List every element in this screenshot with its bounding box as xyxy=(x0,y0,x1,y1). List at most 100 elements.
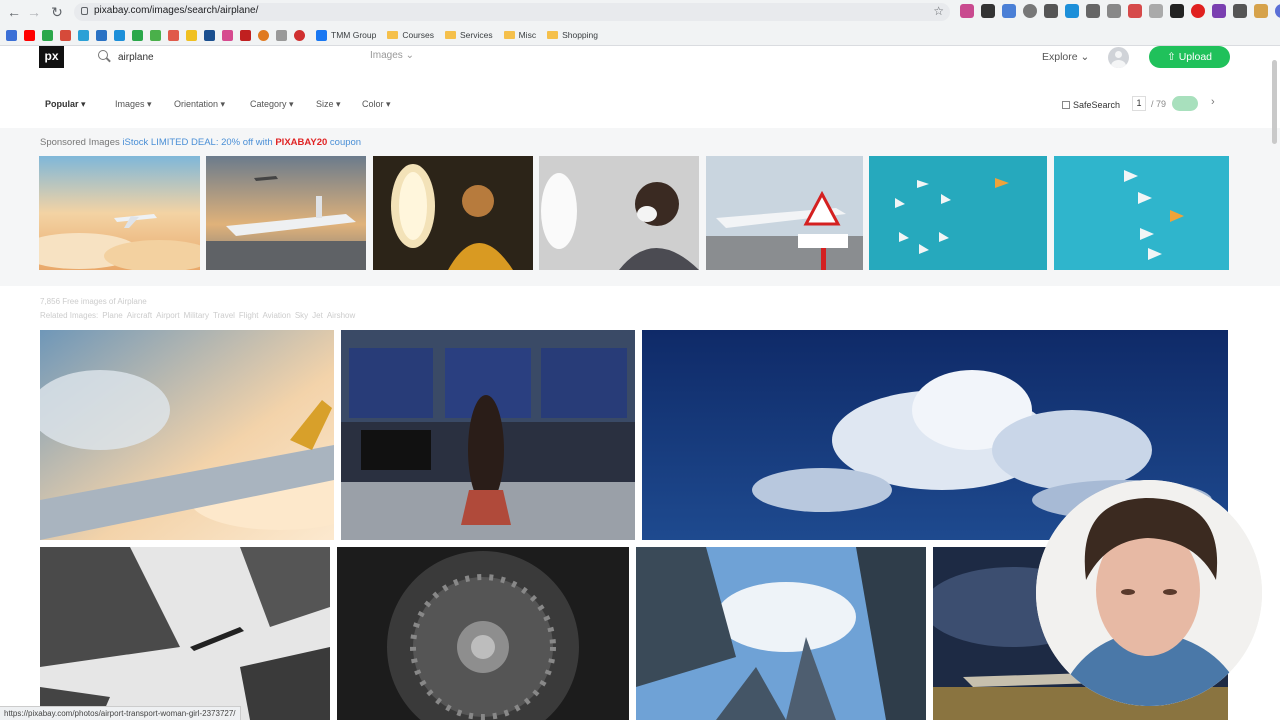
result-image-jet-engine[interactable] xyxy=(337,547,629,720)
bookmark-icon[interactable] xyxy=(96,29,107,41)
sponsor-suffix: coupon xyxy=(327,137,362,148)
youtube-icon[interactable] xyxy=(24,29,35,41)
extension-icon[interactable] xyxy=(1149,4,1163,18)
extension-icon[interactable] xyxy=(1065,4,1079,18)
sponsored-thumb-woman-window[interactable] xyxy=(373,156,533,270)
extension-icon[interactable] xyxy=(1107,4,1121,18)
extension-icon[interactable] xyxy=(1002,4,1016,18)
result-image-skyscrapers-plane[interactable] xyxy=(40,547,330,720)
related-tag[interactable]: Aircraft xyxy=(127,311,152,320)
search-input[interactable] xyxy=(118,49,358,65)
filter-label: Color xyxy=(362,99,384,109)
upload-icon: ⇧ xyxy=(1166,51,1176,63)
reload-icon[interactable]: ↻ xyxy=(49,4,65,20)
related-tag[interactable]: Flight xyxy=(239,311,259,320)
address-bar[interactable]: pixabay.com/images/search/airplane/ ☆ xyxy=(74,3,950,21)
bookmark-icon[interactable] xyxy=(132,29,143,41)
bookmark-icon[interactable] xyxy=(114,29,125,41)
page-total: / 79 xyxy=(1151,99,1167,109)
bookmark-tmm-group[interactable]: TMM Group xyxy=(316,29,376,41)
related-tag[interactable]: Plane xyxy=(102,311,122,320)
sponsored-thumb-paper-planes-circle[interactable] xyxy=(869,156,1047,270)
sort-dropdown[interactable]: Popular ▾ xyxy=(45,99,86,110)
bookmark-icon[interactable] xyxy=(222,29,233,41)
filter-label: Category xyxy=(250,99,287,109)
sponsor-brand-link[interactable]: iStock xyxy=(122,137,148,148)
pinterest-icon[interactable] xyxy=(294,29,305,41)
filter-label: Orientation xyxy=(174,99,219,109)
sponsored-images-strip: Sponsored Images iStock LIMITED DEAL: 20… xyxy=(0,128,1280,286)
pixabay-logo[interactable]: px xyxy=(39,46,64,68)
filter-label: Size xyxy=(316,99,334,109)
next-page-icon[interactable]: › xyxy=(1211,96,1215,108)
related-tag[interactable]: Travel xyxy=(213,311,235,320)
extension-icon[interactable] xyxy=(1254,4,1268,18)
upload-button[interactable]: ⇧ Upload xyxy=(1149,46,1230,68)
bookmark-icon[interactable] xyxy=(240,29,251,41)
extension-icon[interactable] xyxy=(1170,4,1184,18)
extension-icon[interactable] xyxy=(1044,4,1058,18)
search-type-select[interactable]: Images ⌄ xyxy=(370,50,414,61)
bookmark-icon[interactable] xyxy=(276,29,287,41)
filter-orientation[interactable]: Orientation ▾ xyxy=(174,99,225,110)
forward-icon[interactable]: → xyxy=(26,4,42,20)
related-tag[interactable]: Airport xyxy=(156,311,180,320)
filter-color[interactable]: Color ▾ xyxy=(362,99,391,110)
filter-images[interactable]: Images ▾ xyxy=(115,99,152,110)
page-number-input[interactable]: 1 xyxy=(1132,96,1146,111)
extension-icon[interactable] xyxy=(1212,4,1226,18)
bookmark-icon[interactable] xyxy=(78,29,89,41)
filter-label: Images xyxy=(115,99,145,109)
bookmark-folder-services[interactable]: Services xyxy=(445,30,493,40)
result-image-airport-departures[interactable] xyxy=(341,330,635,540)
bookmark-icon[interactable] xyxy=(258,29,269,41)
sponsored-thumb-masked-traveler[interactable] xyxy=(539,156,699,270)
result-image-wing-sky[interactable] xyxy=(40,330,334,540)
page-go-button[interactable] xyxy=(1172,96,1198,111)
sponsored-thumb-plane-clouds[interactable] xyxy=(39,156,200,270)
bookmark-folder-courses[interactable]: Courses xyxy=(387,30,434,40)
result-image-city-skyline-plane[interactable] xyxy=(636,547,926,720)
extension-icon[interactable] xyxy=(981,4,995,18)
explore-label: Explore xyxy=(1042,51,1078,63)
safesearch-toggle[interactable]: SafeSearch xyxy=(1062,100,1120,110)
related-tag[interactable]: Military xyxy=(184,311,209,320)
bookmark-folder-misc[interactable]: Misc xyxy=(503,30,536,40)
back-icon[interactable]: ← xyxy=(6,4,22,20)
browser-chrome: ← → ↻ pixabay.com/images/search/airplane… xyxy=(0,0,1280,46)
gmail-icon[interactable] xyxy=(60,29,71,41)
extension-icon[interactable] xyxy=(960,4,974,18)
sponsor-coupon-code: PIXABAY20 xyxy=(275,137,328,148)
related-tag[interactable]: Aviation xyxy=(262,311,290,320)
calendar-icon[interactable] xyxy=(6,29,17,41)
bookmark-icon[interactable] xyxy=(150,29,161,41)
related-tag[interactable]: Sky xyxy=(295,311,308,320)
sponsored-thumb-plane-gate[interactable] xyxy=(206,156,366,270)
bookmark-icon[interactable] xyxy=(42,29,53,41)
extension-icon[interactable] xyxy=(1128,4,1142,18)
sponsored-thumb-covid-plane[interactable] xyxy=(706,156,863,270)
facebook-icon xyxy=(316,29,327,41)
profile-icon[interactable] xyxy=(1275,4,1280,18)
related-tag[interactable]: Jet xyxy=(312,311,323,320)
bookmark-folder-shopping[interactable]: Shopping xyxy=(547,30,598,40)
filter-category[interactable]: Category ▾ xyxy=(250,99,294,110)
bookmark-icon[interactable] xyxy=(186,29,197,41)
sponsored-thumb-paper-planes-leader[interactable] xyxy=(1054,156,1229,270)
star-icon[interactable]: ☆ xyxy=(933,4,944,18)
explore-menu[interactable]: Explore ⌄ xyxy=(1042,51,1089,63)
bookmark-icon[interactable] xyxy=(168,29,179,41)
extension-icon[interactable] xyxy=(1191,4,1205,18)
page-scrollbar[interactable] xyxy=(1272,60,1277,144)
extension-icon[interactable] xyxy=(1086,4,1100,18)
lock-icon xyxy=(81,7,88,15)
safesearch-label: SafeSearch xyxy=(1073,100,1121,110)
extensions-puzzle-icon[interactable] xyxy=(1233,4,1247,18)
safesearch-checkbox[interactable] xyxy=(1062,101,1070,109)
bookmark-icon[interactable] xyxy=(204,29,215,41)
sponsored-banner-text: Sponsored Images iStock LIMITED DEAL: 20… xyxy=(40,137,361,148)
filter-size[interactable]: Size ▾ xyxy=(316,99,341,110)
related-tag[interactable]: Airshow xyxy=(327,311,355,320)
user-icon[interactable] xyxy=(1108,47,1129,68)
extension-icon[interactable] xyxy=(1023,4,1037,18)
